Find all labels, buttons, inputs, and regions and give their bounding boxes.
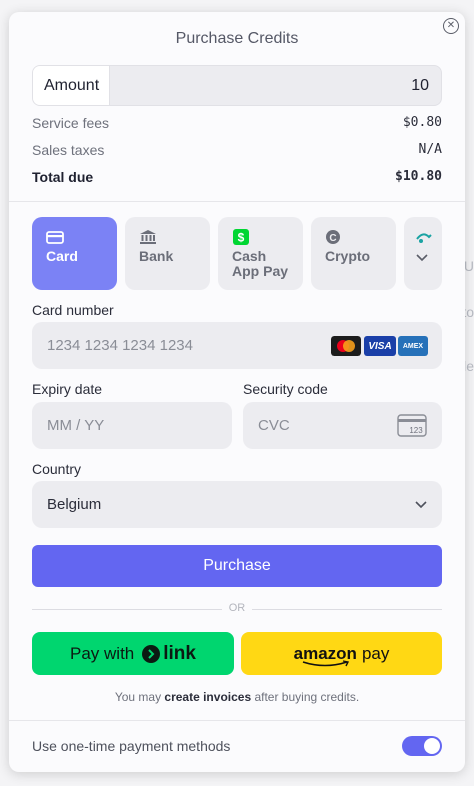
amount-field[interactable]: Amount 10	[32, 65, 442, 106]
expiry-date-label: Expiry date	[32, 381, 103, 397]
tab-bank[interactable]: Bank	[125, 217, 210, 290]
tab-more-methods[interactable]	[404, 217, 442, 290]
wallet-icon	[416, 233, 432, 243]
tab-crypto[interactable]: C Crypto	[311, 217, 396, 290]
invoice-note-text-end: after buying credits.	[251, 690, 360, 704]
divider	[9, 720, 465, 721]
card-number-label: Card number	[32, 302, 114, 318]
svg-text:$: $	[238, 231, 245, 245]
total-due-label: Total due	[32, 169, 94, 185]
amount-label: Amount	[33, 66, 110, 105]
country-select[interactable]: Belgium	[32, 481, 442, 528]
amex-icon: AMEX	[398, 336, 428, 356]
amount-value[interactable]: 10	[411, 66, 429, 105]
card-number-input[interactable]: 1234 1234 1234 1234 VISA AMEX	[32, 322, 442, 369]
card-icon	[46, 231, 64, 244]
security-code-input[interactable]: CVC 123	[243, 402, 442, 449]
sales-taxes-label: Sales taxes	[32, 142, 105, 158]
one-time-payment-label: Use one-time payment methods	[32, 738, 231, 754]
tab-crypto-label: Crypto	[325, 248, 371, 264]
tab-bank-label: Bank	[139, 248, 174, 264]
card-number-placeholder: 1234 1234 1234 1234	[47, 337, 193, 354]
tab-cash-app-pay[interactable]: $ Cash App Pay	[218, 217, 303, 290]
link-arrow-icon	[142, 644, 161, 663]
sales-taxes-row: Sales taxes N/A	[32, 142, 442, 158]
svg-text:C: C	[329, 233, 336, 244]
service-fees-value: $0.80	[402, 115, 442, 130]
service-fees-label: Service fees	[32, 115, 110, 131]
divider	[9, 201, 465, 202]
expiry-date-placeholder: MM / YY	[47, 417, 105, 434]
cvc-card-icon: 123	[397, 414, 427, 437]
create-invoices-text: create invoices	[164, 690, 252, 704]
toggle-knob	[424, 738, 440, 754]
security-code-placeholder: CVC	[258, 417, 290, 434]
crypto-icon: C	[326, 230, 340, 244]
tab-card[interactable]: Card	[32, 217, 117, 290]
security-code-label: Security code	[243, 381, 328, 397]
background-text: U	[463, 258, 474, 274]
tab-cash-app-pay-line2: App Pay	[232, 263, 289, 279]
cvc-icon-text: 123	[409, 426, 423, 435]
amazon-pay-text: pay	[361, 643, 390, 663]
pay-with-link-button[interactable]: Pay with link	[32, 632, 234, 675]
service-fees-row: Service fees $0.80	[32, 115, 442, 131]
pay-with-text: Pay with	[70, 643, 135, 663]
chevron-down-icon	[415, 501, 427, 509]
or-divider-right	[252, 609, 442, 610]
total-due-row: Total due $10.80	[32, 169, 442, 185]
chevron-down-icon	[416, 254, 428, 262]
or-divider-left	[32, 609, 222, 610]
tab-card-label: Card	[46, 248, 78, 264]
invoice-note-text: You may	[114, 690, 165, 704]
country-value: Belgium	[47, 496, 102, 513]
expiry-date-input[interactable]: MM / YY	[32, 402, 232, 449]
one-time-payment-toggle[interactable]	[402, 736, 442, 756]
purchase-button[interactable]: Purchase	[32, 545, 442, 587]
country-label: Country	[32, 461, 82, 477]
cash-app-icon: $	[233, 229, 249, 245]
tab-cash-app-pay-line1: Cash	[232, 248, 267, 264]
link-brand-text: link	[163, 642, 196, 664]
purchase-credits-modal: ✕ Purchase Credits Amount 10 Service fee…	[9, 12, 465, 772]
total-due-value: $10.80	[395, 169, 442, 184]
or-text: OR	[228, 602, 246, 614]
modal-title: Purchase Credits	[175, 30, 299, 47]
invoice-note: You may create invoices after buying cre…	[9, 690, 465, 704]
mastercard-icon	[331, 336, 361, 356]
sales-taxes-value: N/A	[418, 142, 442, 157]
amazon-smile-icon	[302, 660, 350, 667]
bank-icon	[140, 230, 156, 244]
visa-icon: VISA	[364, 336, 396, 356]
amazon-pay-button[interactable]: amazon pay	[241, 632, 442, 675]
